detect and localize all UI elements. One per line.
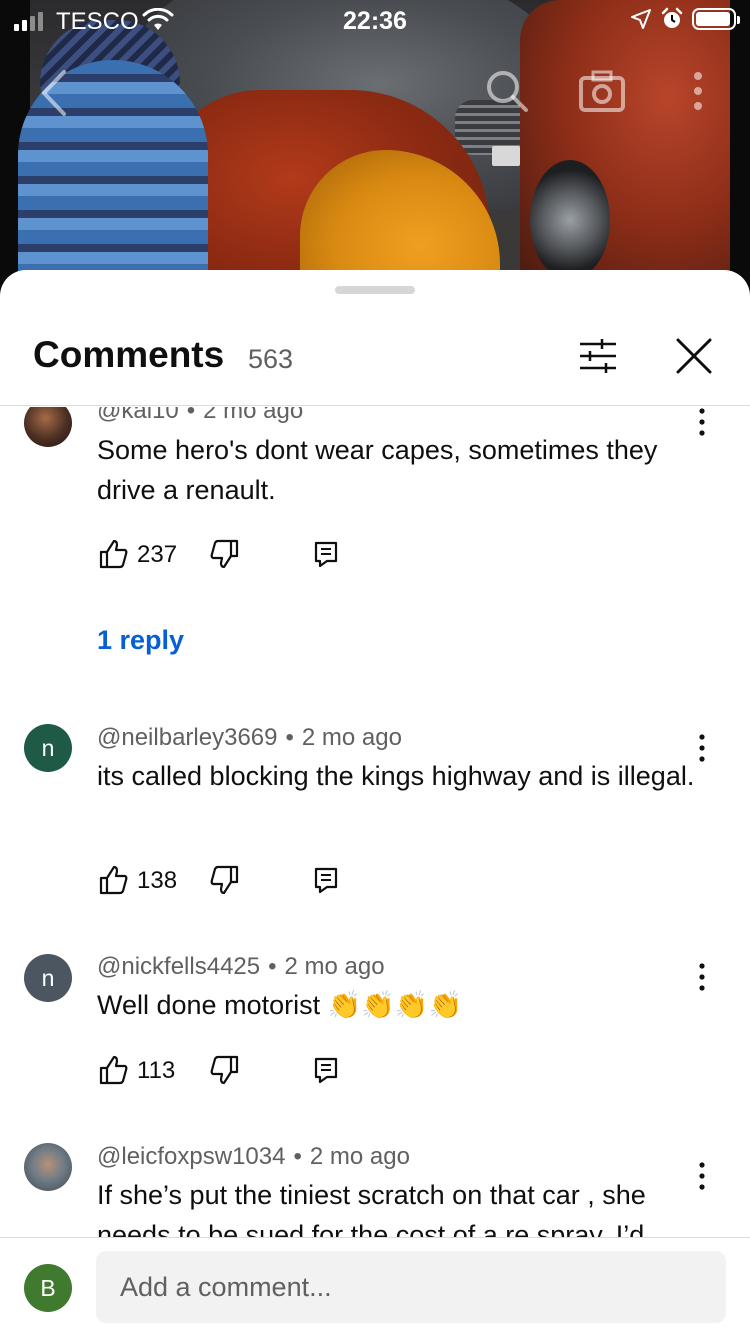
comment-age: 2 mo ago bbox=[203, 407, 304, 424]
comment-actions: 237 bbox=[97, 538, 397, 572]
search-icon[interactable] bbox=[484, 68, 530, 114]
add-comment-input[interactable] bbox=[96, 1251, 726, 1323]
comment-author[interactable]: @kai10 bbox=[97, 407, 179, 424]
view-replies-link[interactable]: 1 reply bbox=[97, 625, 184, 656]
battery-icon bbox=[692, 8, 740, 30]
like-icon[interactable] bbox=[97, 864, 129, 896]
like-count: 237 bbox=[137, 541, 178, 568]
comment-author[interactable]: @leicfoxpsw1034 bbox=[97, 1143, 285, 1170]
comment-text: its called blocking the kings highway an… bbox=[97, 761, 695, 791]
alarm-icon bbox=[661, 7, 683, 28]
comment-actions: 113 bbox=[97, 1054, 397, 1088]
avatar[interactable]: n bbox=[24, 954, 72, 1002]
comment-author[interactable]: @nickfells4425 bbox=[97, 953, 260, 980]
comments-count: 563 bbox=[248, 344, 294, 374]
like-icon[interactable] bbox=[97, 538, 129, 570]
dislike-icon[interactable] bbox=[209, 538, 241, 570]
comments-sheet: Comments 563 @kai10 • 2 mo ago Some hero's… bbox=[0, 270, 750, 1334]
comment-meta: @neilbarley3669 • 2 mo ago bbox=[97, 724, 402, 751]
comments-header: Comments 563 bbox=[0, 320, 750, 406]
more-vert-icon[interactable] bbox=[690, 68, 706, 114]
drag-handle[interactable] bbox=[335, 286, 415, 294]
reply-icon[interactable] bbox=[313, 866, 339, 894]
avatar[interactable]: n bbox=[24, 724, 72, 772]
comment-text: Well done motorist 👏👏👏👏 bbox=[97, 990, 463, 1020]
comment-text: Some hero's dont wear capes, sometimes t… bbox=[97, 435, 658, 505]
comment-author[interactable]: @neilbarley3669 bbox=[97, 724, 277, 751]
reply-icon[interactable] bbox=[313, 540, 339, 568]
comment-actions: 138 bbox=[97, 864, 397, 898]
like-count: 113 bbox=[137, 1057, 176, 1084]
status-bar: TESCO 22:36 bbox=[0, 0, 750, 40]
current-user-avatar[interactable]: B bbox=[24, 1264, 72, 1312]
avatar[interactable] bbox=[24, 407, 72, 447]
comment-composer: B bbox=[0, 1237, 750, 1334]
location-icon bbox=[631, 9, 651, 29]
comment-age: 2 mo ago bbox=[309, 1143, 410, 1170]
dislike-icon[interactable] bbox=[209, 1054, 241, 1086]
camera-icon[interactable] bbox=[578, 68, 626, 114]
reply-icon[interactable] bbox=[313, 1056, 339, 1084]
back-icon[interactable] bbox=[36, 68, 72, 118]
comment-age: 2 mo ago bbox=[284, 953, 385, 980]
comments-list[interactable]: @kai10 • 2 mo ago Some hero's dont wear ca… bbox=[0, 407, 750, 1237]
comment-text: If she’s put the tiniest scratch on that… bbox=[97, 1180, 646, 1237]
comments-title: Comments bbox=[33, 334, 225, 375]
comment-age: 2 mo ago bbox=[301, 724, 402, 751]
sort-filter-icon[interactable] bbox=[576, 336, 620, 376]
dislike-icon[interactable] bbox=[209, 864, 241, 896]
avatar[interactable] bbox=[24, 1143, 72, 1191]
like-count: 138 bbox=[137, 867, 178, 894]
comment-meta: @leicfoxpsw1034 • 2 mo ago bbox=[97, 1143, 410, 1170]
comment-meta: @kai10 • 2 mo ago bbox=[97, 407, 303, 425]
comment-meta: @nickfells4425 • 2 mo ago bbox=[97, 953, 385, 980]
like-icon[interactable] bbox=[97, 1054, 129, 1086]
close-icon[interactable] bbox=[672, 334, 716, 378]
video-player[interactable] bbox=[0, 0, 750, 300]
